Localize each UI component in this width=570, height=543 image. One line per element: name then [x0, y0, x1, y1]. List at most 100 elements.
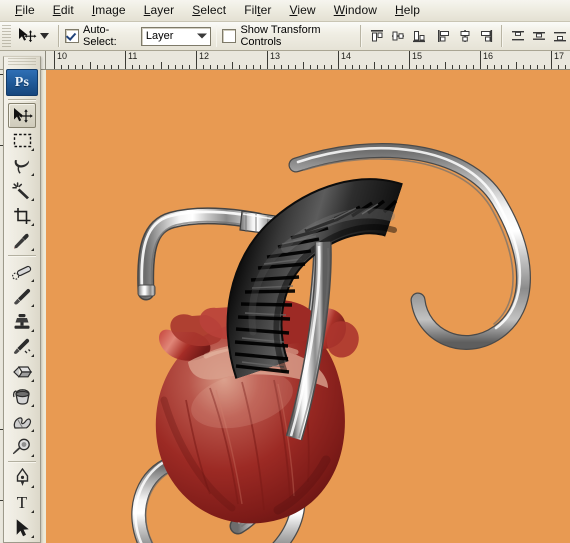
tool-magic-wand[interactable]	[8, 178, 36, 203]
ruler-minor-tick	[472, 65, 474, 69]
toolbox-divider-2	[8, 255, 36, 257]
show-transform-controls-checkbox[interactable]	[222, 29, 237, 43]
tool-pen[interactable]	[8, 465, 36, 490]
tool-lasso[interactable]	[8, 153, 36, 178]
ruler-minor-tick	[82, 65, 84, 69]
distribute-vertical-centers-button[interactable]	[529, 26, 549, 46]
eraser-icon	[12, 365, 32, 377]
tool-eyedropper[interactable]	[8, 228, 36, 253]
menu-item-filter[interactable]: Filter	[235, 1, 280, 20]
distribute-bottom-edges-button[interactable]	[550, 26, 570, 46]
ruler-label: 12	[199, 51, 210, 61]
menu-bar: File Edit Image Layer Select Filter View…	[0, 0, 570, 22]
tool-paint-bucket[interactable]	[8, 384, 36, 409]
ruler-minor-tick	[245, 65, 247, 69]
align-edges-group	[367, 26, 429, 46]
auto-select-option[interactable]: Auto-Select:	[65, 24, 136, 48]
ruler-label: 17	[554, 51, 565, 61]
ruler-label: 13	[270, 51, 281, 61]
auto-select-checkbox[interactable]	[65, 29, 79, 43]
menu-item-view[interactable]: View	[280, 1, 324, 20]
align-vertical-centers-button[interactable]	[388, 26, 408, 46]
ruler-minor-tick	[188, 65, 190, 69]
ruler-minor-tick	[61, 65, 63, 69]
auto-select-label: Auto-Select:	[83, 24, 117, 48]
flyout-corner-icon	[31, 198, 34, 201]
options-separator-4	[501, 25, 503, 47]
type-tool-icon: T	[16, 493, 28, 512]
ruler-minor-tick	[231, 62, 233, 69]
align-left-edges-button[interactable]	[434, 26, 454, 46]
align-right-edges-button[interactable]	[476, 26, 496, 46]
auto-select-value: Layer	[145, 30, 174, 42]
ruler-minor-tick	[110, 65, 112, 69]
ruler-minor-tick	[487, 65, 489, 69]
ruler-minor-tick	[146, 65, 148, 69]
ruler-minor-tick	[543, 65, 545, 69]
auto-select-target-dropdown[interactable]: Layer	[140, 26, 211, 46]
toolbox-grip[interactable]	[8, 58, 36, 67]
distribute-top-edges-button[interactable]	[508, 26, 528, 46]
align-top-edges-button[interactable]	[367, 26, 387, 46]
ruler-minor-tick	[522, 65, 524, 69]
tool-move[interactable]	[8, 103, 36, 128]
menu-item-layer[interactable]: Layer	[135, 1, 184, 20]
ruler-minor-tick	[515, 62, 517, 69]
tool-horizontal-type[interactable]: T	[8, 490, 36, 515]
image-canvas[interactable]	[46, 70, 570, 543]
tool-history-brush[interactable]	[8, 334, 36, 359]
menu-item-help[interactable]: Help	[386, 1, 429, 20]
artwork-heart-and-pipes	[46, 70, 570, 543]
show-transform-controls-option[interactable]: Show Transform Controls	[222, 24, 351, 48]
tool-dodge[interactable]	[8, 434, 36, 459]
ruler-minor-tick	[444, 62, 446, 69]
ruler-major-tick	[125, 51, 126, 69]
tool-healing-brush[interactable]	[8, 259, 36, 284]
align-horizontal-centers-button[interactable]	[455, 26, 475, 46]
ruler-minor-tick	[458, 65, 460, 69]
menu-item-image[interactable]: Image	[83, 1, 135, 20]
flyout-corner-icon	[31, 173, 34, 176]
ruler-minor-tick	[217, 65, 219, 69]
ruler-minor-tick	[274, 65, 276, 69]
menu-item-edit[interactable]: Edit	[44, 1, 83, 20]
ruler-major-tick	[267, 51, 268, 69]
tool-brush[interactable]	[8, 284, 36, 309]
tool-smudge[interactable]	[8, 409, 36, 434]
ruler-minor-tick	[330, 65, 332, 69]
tool-path-selection[interactable]	[8, 515, 36, 540]
tool-eraser[interactable]	[8, 359, 36, 384]
tool-preset-chevron-down-icon[interactable]	[38, 26, 50, 46]
menu-item-select[interactable]: Select	[183, 1, 235, 20]
align-bottom-edges-button[interactable]	[409, 26, 429, 46]
ruler-minor-tick	[401, 65, 403, 69]
flyout-corner-icon	[31, 279, 34, 282]
tool-rectangular-marquee[interactable]	[8, 128, 36, 153]
ruler-minor-tick	[68, 65, 70, 69]
ruler-major-tick	[409, 51, 410, 69]
ruler-minor-tick	[380, 65, 382, 69]
ruler-minor-tick	[181, 65, 183, 69]
horizontal-ruler[interactable]: 10 11 12 13 14 15 16 17	[46, 51, 570, 70]
ruler-minor-tick	[210, 65, 212, 69]
ruler-minor-tick	[451, 65, 453, 69]
eyedropper-icon	[14, 233, 29, 248]
menu-item-file[interactable]: File	[6, 1, 44, 20]
tool-crop[interactable]	[8, 203, 36, 228]
ruler-minor-tick	[132, 65, 134, 69]
active-tool-preset-picker[interactable]	[11, 26, 53, 47]
flyout-corner-icon	[31, 535, 34, 538]
options-bar-grip[interactable]	[2, 25, 12, 47]
menu-item-window[interactable]: Window	[325, 1, 386, 20]
ruler-minor-tick	[558, 65, 560, 69]
ruler-major-tick	[551, 51, 552, 69]
move-tool-icon	[16, 26, 38, 47]
ruler-minor-tick	[281, 65, 283, 69]
tool-clone-stamp[interactable]	[8, 309, 36, 334]
crop-icon	[13, 207, 30, 224]
toolbox-divider-3	[8, 461, 36, 463]
ruler-minor-tick	[323, 65, 325, 69]
ruler-minor-tick	[238, 65, 240, 69]
ruler-minor-tick	[117, 65, 119, 69]
ruler-minor-tick	[139, 65, 141, 69]
